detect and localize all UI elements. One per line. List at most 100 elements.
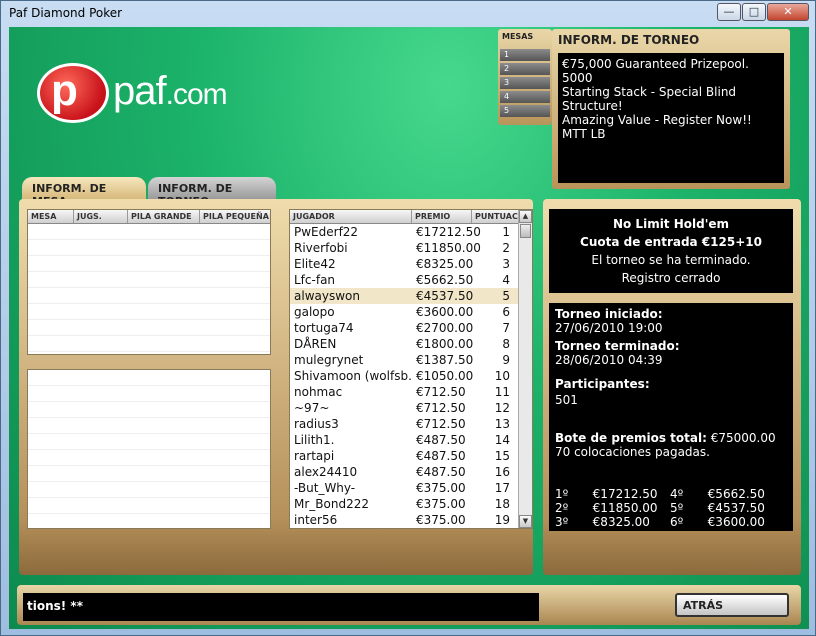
tab-table-info[interactable]: INFORM. DE MESA	[22, 177, 146, 208]
player-row[interactable]: PwEderf22 €17212.50 1	[290, 224, 532, 240]
tab-tournament-info[interactable]: INFORM. DE TORNEO	[148, 177, 276, 208]
player-prize: €375.00	[416, 481, 466, 495]
ended-value: 28/06/2010 04:39	[555, 353, 663, 367]
player-name: inter56	[294, 513, 338, 527]
player-row[interactable]: rartapi €487.50 15	[290, 448, 532, 464]
window-title: Paf Diamond Poker	[9, 6, 123, 20]
player-prize: €11850.00	[416, 241, 481, 255]
player-row[interactable]: ~97~ €712.50 12	[290, 400, 532, 416]
game-info-box: No Limit Hold'em Cuota de entrada €125+1…	[549, 209, 793, 293]
player-row[interactable]: alex24410 €487.50 16	[290, 464, 532, 480]
scroll-thumb[interactable]	[520, 224, 531, 238]
chat-ticker: tions! **	[23, 593, 539, 621]
torneo-info-line: Amazing Value - Register Now!! MTT LB	[562, 113, 752, 141]
close-button[interactable]: ✕	[767, 3, 809, 21]
table-players-grid[interactable]	[27, 369, 271, 529]
player-position: 12	[494, 401, 510, 415]
game-type: No Limit Hold'em	[612, 217, 730, 231]
player-name: -But_Why-	[294, 481, 356, 495]
player-prize: €375.00	[416, 513, 466, 527]
prize-amount: €4537.50	[707, 501, 765, 515]
players-scrollbar[interactable]: ▲ ▼	[518, 210, 532, 528]
player-position: 5	[502, 289, 510, 303]
minimize-button[interactable]: —	[717, 3, 741, 21]
player-row[interactable]: Mr_Bond222 €375.00 18	[290, 496, 532, 512]
tournament-status: El torneo se ha terminado.	[591, 253, 751, 267]
prize-row: 3º €8325.00 6º €3600.00	[555, 515, 787, 529]
table-row	[28, 240, 270, 256]
player-row[interactable]: Shivamoon (wolfsb... €1050.00 10	[290, 368, 532, 384]
torneo-info-screen: €75,000 Guaranteed Prizepool. 5000 Start…	[558, 53, 784, 183]
column-mesa[interactable]: MESA	[28, 210, 74, 223]
player-prize: €375.00	[416, 497, 466, 511]
player-row[interactable]: Lfc-fan €5662.50 4	[290, 272, 532, 288]
participants-value: 501	[555, 393, 578, 407]
player-row[interactable]: tortuga74 €2700.00 7	[290, 320, 532, 336]
column-jugador[interactable]: JUGADOR	[290, 210, 412, 223]
player-position: 8	[502, 337, 510, 351]
mesa-item[interactable]: 1	[500, 49, 550, 61]
player-row[interactable]: radius3 €712.50 13	[290, 416, 532, 432]
player-prize: €4537.50	[416, 289, 474, 303]
player-row[interactable]: DÅREN €1800.00 8	[290, 336, 532, 352]
table-row	[28, 272, 270, 288]
app-window: Paf Diamond Poker — □ ✕ p paf.com MESAS …	[0, 0, 816, 636]
column-pila-pequena[interactable]: PILA PEQUEÑA	[200, 210, 270, 223]
list-item	[28, 402, 270, 418]
mesa-item[interactable]: 5	[500, 105, 550, 117]
table-row	[28, 304, 270, 320]
player-position: 17	[494, 481, 510, 495]
prize-distribution: 1º €17212.50 4º €5662.50 2º €11850.00 5º €4537.…	[555, 487, 787, 529]
mesa-item[interactable]: 3	[500, 77, 550, 89]
column-pila-grande[interactable]: PILA GRANDE	[128, 210, 200, 223]
players-list[interactable]: JUGADOR PREMIO PUNTUACIÓN PwEderf22 €1721…	[289, 209, 533, 529]
participants-label: Participantes:	[555, 377, 650, 391]
scroll-down-button[interactable]: ▼	[519, 515, 532, 528]
player-row[interactable]: Riverfobi €11850.00 2	[290, 240, 532, 256]
player-row[interactable]: inter56 €375.00 19	[290, 512, 532, 528]
player-row[interactable]: Elite42 €8325.00 3	[290, 256, 532, 272]
table-row	[28, 320, 270, 336]
player-row[interactable]: nohmac €712.50 11	[290, 384, 532, 400]
prize-row: 2º €11850.00 5º €4537.50	[555, 501, 787, 515]
player-name: DÅREN	[294, 337, 337, 351]
player-position: 16	[494, 465, 510, 479]
buyin: Cuota de entrada €125+10	[580, 235, 762, 249]
player-row[interactable]: mulegrynet €1387.50 9	[290, 352, 532, 368]
back-button[interactable]: ATRÁS	[675, 593, 789, 617]
player-name: Lilith1.	[294, 433, 335, 447]
player-name: mulegrynet	[294, 353, 364, 367]
player-name: alex24410	[294, 465, 358, 479]
player-prize: €712.50	[416, 385, 466, 399]
maximize-button[interactable]: □	[742, 3, 766, 21]
mesa-item[interactable]: 2	[500, 63, 550, 75]
player-prize: €487.50	[416, 449, 466, 463]
prize-amount: €8325.00	[592, 515, 650, 529]
started-value: 27/06/2010 19:00	[555, 321, 663, 335]
column-puntuacion[interactable]: PUNTUACIÓN	[472, 210, 518, 223]
player-row[interactable]: -But_Why- €375.00 17	[290, 480, 532, 496]
started-label: Torneo iniciado:	[555, 307, 663, 321]
scroll-up-button[interactable]: ▲	[519, 210, 532, 223]
prize-amount: €3600.00	[707, 515, 765, 529]
tables-grid[interactable]: MESA JUGS. PILA GRANDE PILA PEQUEÑA	[27, 209, 271, 355]
player-position: 1	[502, 225, 510, 239]
player-prize: €487.50	[416, 433, 466, 447]
player-name: tortuga74	[294, 321, 354, 335]
player-row[interactable]: alwayswon €4537.50 5	[290, 288, 532, 304]
table-row	[28, 224, 270, 240]
player-row[interactable]: galopo €3600.00 6	[290, 304, 532, 320]
column-jugs[interactable]: JUGS.	[74, 210, 128, 223]
player-position: 15	[494, 449, 510, 463]
list-item	[28, 466, 270, 482]
player-row[interactable]: Lilith1. €487.50 14	[290, 432, 532, 448]
column-premio[interactable]: PREMIO	[412, 210, 472, 223]
title-bar: Paf Diamond Poker — □ ✕	[1, 1, 816, 27]
mesa-item[interactable]: 4	[500, 91, 550, 103]
paf-logo: p paf.com	[37, 63, 277, 133]
right-panel: No Limit Hold'em Cuota de entrada €125+1…	[543, 199, 801, 575]
registration-status: Registro cerrado	[621, 271, 721, 285]
tables-grid-header: MESA JUGS. PILA GRANDE PILA PEQUEÑA	[28, 210, 270, 224]
list-item	[28, 434, 270, 450]
client-area: p paf.com MESAS 12345 INFORM. DE TORNEO …	[9, 27, 809, 629]
